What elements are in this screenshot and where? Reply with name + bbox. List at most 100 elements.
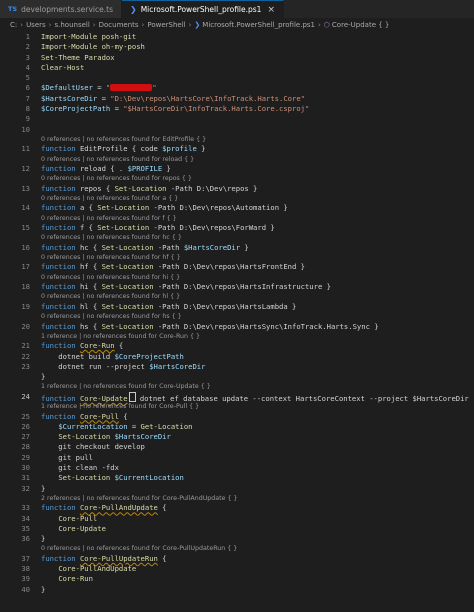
line-code[interactable]: $CurrentLocation = Get-Location (41, 422, 192, 432)
line-code[interactable]: function Core-Update dotnet ef database … (41, 391, 474, 403)
codelens-references[interactable]: 0 references | no references found for h… (0, 233, 474, 242)
line-code[interactable]: function Core-Pull { (41, 412, 128, 422)
code-line: 16 function hc { Set-Location -Path $Hart… (0, 243, 474, 253)
line-code[interactable]: function Core-Run { (41, 341, 123, 351)
line-number: 11 (21, 144, 30, 154)
line-number: 14 (21, 203, 30, 213)
redaction-mark (110, 84, 153, 92)
line-code[interactable]: function hs { Set-Location -Path D:\Dev\… (41, 322, 379, 332)
codelens-references[interactable]: 0 references | no references found for h… (0, 292, 474, 301)
line-number: 34 (21, 513, 30, 523)
codelens-references[interactable]: 0 references | no references found for r… (0, 174, 474, 183)
breadcrumb-item[interactable]: PowerShell (147, 21, 185, 29)
codelens-references[interactable]: 0 references | no references found for h… (0, 253, 474, 262)
line-code[interactable]: $CoreProjectPath = "$HartsCoreDir\InfoTr… (41, 104, 309, 114)
code-line: 10 (0, 125, 474, 135)
line-code[interactable]: function f { Set-Location -Path D:\Dev\r… (41, 223, 275, 233)
code-line: 20 function hs { Set-Location -Path D:\De… (0, 322, 474, 332)
line-number: 1 (25, 32, 30, 41)
code-line: 21 function Core-Run { (0, 341, 474, 351)
line-code[interactable]: function hl { Set-Location -Path D:\Dev\… (41, 302, 296, 312)
codelens-references[interactable]: 0 references | no references found for h… (0, 273, 474, 282)
codelens-references[interactable]: 0 references | no references found for a… (0, 194, 474, 203)
codelens-references[interactable]: 0 references | no references found for h… (0, 312, 474, 321)
code-line: 40} (0, 585, 474, 595)
breadcrumb-item[interactable]: Core-Update { } (332, 21, 389, 29)
powershell-icon: ❯ (130, 5, 137, 14)
tab-label: Microsoft.PowerShell_profile.ps1 (140, 5, 262, 14)
line-code[interactable]: git pull (41, 453, 93, 463)
code-editor[interactable]: 1 Import-Module posh-git 2 Import-Module o… (0, 32, 474, 595)
codelens-references[interactable]: 1 reference | no references found for Co… (0, 332, 474, 341)
tab-powershell-profile[interactable]: ❯ Microsoft.PowerShell_profile.ps1 × (122, 0, 285, 18)
code-line: 8 $CoreProjectPath = "$HartsCoreDir\InfoT… (0, 104, 474, 114)
line-code[interactable]: function Core-PullAndUpdate { (41, 503, 167, 513)
line-code[interactable]: function Core-PullUpdateRun { (41, 554, 167, 564)
breadcrumb-item[interactable]: Documents (99, 21, 139, 29)
codelens-references[interactable]: 2 references | no references found for C… (0, 494, 474, 503)
chevron-right-icon: › (317, 21, 321, 29)
line-code[interactable]: git checkout develop (41, 442, 145, 452)
line-code[interactable]: dotnet build $CoreProjectPath (41, 352, 184, 362)
breadcrumb-item[interactable]: s.hounsell (54, 21, 89, 29)
line-number: 19 (21, 301, 30, 311)
line-code[interactable]: dotnet run --project $HartsCoreDir (41, 362, 205, 372)
bracket-match-box (128, 391, 136, 402)
codelens-references[interactable]: 0 references | no references found for f… (0, 214, 474, 223)
breadcrumb-item[interactable]: Users (26, 21, 46, 29)
line-number: 24 (21, 391, 30, 401)
code-line: 17 function hf { Set-Location -Path D:\De… (0, 262, 474, 272)
code-line: 7 $HartsCoreDir = "D:\Dev\repos\HartsCore… (0, 94, 474, 104)
line-code[interactable]: $DefaultUser = " " (41, 83, 157, 93)
line-code[interactable]: Import-Module posh-git (41, 32, 136, 42)
line-code[interactable]: } (41, 484, 45, 494)
line-code[interactable]: } (41, 534, 45, 544)
line-code[interactable]: } (41, 372, 45, 382)
line-code[interactable]: $HartsCoreDir = "D:\Dev\repos\HartsCore\… (41, 94, 305, 104)
line-code[interactable]: function reload { . $PROFILE } (41, 164, 171, 174)
line-code[interactable]: Core-Update (41, 524, 106, 534)
code-line: 37 function Core-PullUpdateRun { (0, 554, 474, 564)
line-code[interactable]: function repos { Set-Location -Path D:\D… (41, 184, 257, 194)
line-number: 18 (21, 282, 30, 292)
function-symbol-icon: ⬡ (323, 21, 330, 29)
code-line: 6 $DefaultUser = " " (0, 83, 474, 93)
line-code[interactable]: git clean -fdx (41, 463, 119, 473)
line-code[interactable]: function a { Set-Location -Path D:\Dev\r… (41, 203, 288, 213)
codelens-references[interactable]: 1 reference | no references found for Co… (0, 382, 474, 391)
tab-developments-service[interactable]: TS developments.service.ts (0, 0, 122, 18)
line-number: 10 (21, 124, 30, 134)
line-code[interactable]: Set-Location $HartsCoreDir (41, 432, 171, 442)
breadcrumb-item[interactable]: Microsoft.PowerShell_profile.ps1 (202, 21, 315, 29)
line-code[interactable]: } (41, 585, 45, 595)
code-line: 5 (0, 73, 474, 83)
breadcrumb-item[interactable]: C: (10, 21, 17, 29)
code-line: 12 function reload { . $PROFILE } (0, 164, 474, 174)
line-code[interactable]: Set-Location $CurrentLocation (41, 473, 184, 483)
line-code[interactable]: Clear-Host (41, 63, 84, 73)
line-code[interactable]: function EditProfile { code $profile } (41, 144, 205, 154)
close-icon[interactable]: × (267, 5, 275, 15)
code-line: 0} (0, 372, 474, 382)
line-number: 38 (21, 564, 30, 574)
line-code[interactable]: Core-Pull (41, 514, 97, 524)
line-number: 17 (21, 262, 30, 272)
line-code[interactable]: function hf { Set-Location -Path D:\Dev\… (41, 262, 305, 272)
line-code[interactable]: Core-Run (41, 574, 93, 584)
line-code[interactable]: Core-PullAndUpdate (41, 564, 136, 574)
code-line: 34 Core-Pull (0, 514, 474, 524)
line-number: 26 (21, 421, 30, 431)
line-number: 29 (21, 452, 30, 462)
chevron-right-icon: › (20, 21, 24, 29)
line-code[interactable]: function hc { Set-Location -Path $HartsC… (41, 243, 249, 253)
line-code[interactable]: Set-Theme Paradox (41, 53, 115, 63)
line-code[interactable]: Import-Module oh-my-posh (41, 42, 145, 52)
codelens-references[interactable]: 0 references | no references found for r… (0, 155, 474, 164)
code-line: 27 Set-Location $HartsCoreDir (0, 432, 474, 442)
codelens-references[interactable]: 0 references | no references found for C… (0, 544, 474, 553)
line-code[interactable]: function hi { Set-Location -Path D:\Dev\… (41, 282, 331, 292)
codelens-references[interactable]: 0 references | no references found for E… (0, 135, 474, 144)
breadcrumb: C: › Users › s.hounsell › Documents › PowerS… (0, 18, 474, 32)
codelens-references[interactable]: 1 reference | no references found for Co… (0, 402, 474, 411)
powershell-icon: ❯ (194, 21, 201, 29)
